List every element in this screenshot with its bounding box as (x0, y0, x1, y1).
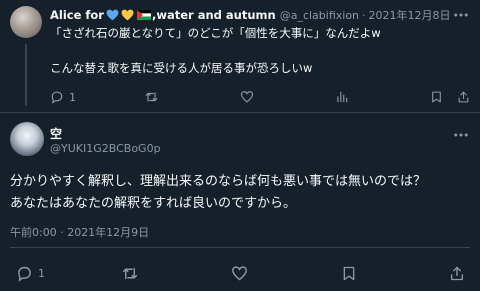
parent-tweet[interactable]: Alice for ,water and autumn @a_clabifixi… (0, 0, 480, 108)
parent-tweet-date[interactable]: 2021年12月8日 (369, 7, 451, 23)
parent-author-handle[interactable]: @a_clabifixion (280, 9, 359, 22)
main-tweet-text-line1: 分かりやすく解釈し、理解出来るのならば何も悪い事では無いのでは？ (10, 174, 427, 189)
blue-heart-icon (106, 9, 119, 21)
share-icon (451, 266, 463, 281)
parent-like-button[interactable] (240, 90, 254, 104)
main-author-avatar[interactable] (10, 122, 44, 156)
reply-icon (51, 91, 63, 104)
parent-author-avatar[interactable] (10, 6, 42, 38)
meta-divider (10, 247, 470, 248)
main-like-button[interactable] (231, 265, 248, 282)
more-options-icon[interactable] (452, 126, 470, 144)
main-retweet-button[interactable] (121, 265, 139, 282)
parent-author-name-suffix[interactable]: ,water and autumn (152, 8, 276, 22)
parent-retweet-button[interactable] (144, 90, 159, 104)
parent-views-button[interactable] (335, 90, 349, 104)
retweet-icon (122, 267, 138, 280)
parent-share-button[interactable] (457, 90, 470, 104)
main-share-button[interactable] (449, 265, 465, 282)
main-reply-button[interactable]: 1 (16, 265, 45, 282)
main-tweet-timestamp[interactable]: 午前0:00 · 2021年12月9日 (10, 224, 149, 240)
yellow-heart-icon (121, 9, 134, 21)
views-icon (337, 91, 348, 103)
like-icon (232, 266, 247, 281)
main-author-handle[interactable]: @YUKI1G2BCBoG0p (50, 142, 161, 155)
retweet-icon (145, 92, 158, 102)
header-separator: · (362, 8, 366, 22)
main-reply-count: 1 (38, 267, 45, 280)
reply-icon (18, 266, 31, 282)
parent-tweet-text-line1: 「さざれ石の巌となりて」のどこが「個性を大事に」なんだよw (50, 26, 381, 40)
parent-reply-count: 1 (69, 90, 76, 104)
parent-author-name[interactable]: Alice for (50, 8, 104, 22)
main-bookmark-button[interactable] (341, 265, 357, 282)
more-options-icon[interactable] (452, 6, 470, 24)
tweet-divider (0, 112, 480, 113)
palestine-flag-icon (136, 10, 151, 20)
like-icon (240, 91, 254, 103)
parent-tweet-text-line2: こんな替え歌を真に受ける人が居る事が恐ろしいw (50, 61, 313, 75)
main-tweet-text-line2: あなたはあなたの解釈をすれば良いのですから。 (10, 196, 297, 211)
bookmark-icon (432, 91, 441, 103)
parent-tweet-header: Alice for ,water and autumn @a_clabifixi… (50, 6, 451, 24)
bookmark-icon (343, 266, 355, 281)
main-author-name[interactable]: 空 (50, 125, 62, 142)
share-icon (458, 91, 469, 103)
parent-reply-button[interactable]: 1 (50, 90, 76, 104)
parent-bookmark-button[interactable] (430, 90, 443, 104)
thread-connector-line (25, 44, 27, 106)
